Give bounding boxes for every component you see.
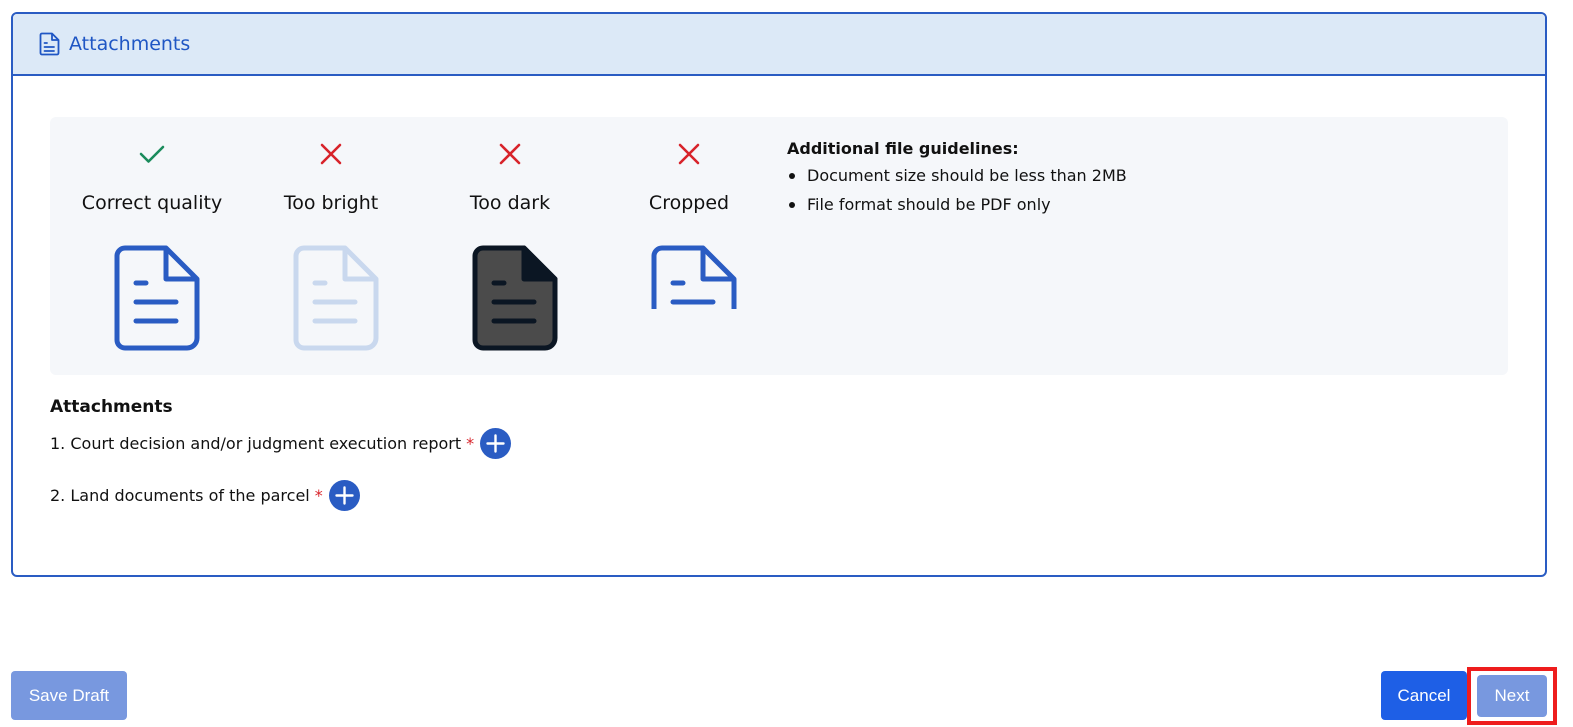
document-dark-icon bbox=[472, 245, 558, 351]
cancel-button[interactable]: Cancel bbox=[1381, 671, 1467, 720]
card-header: Attachments bbox=[13, 14, 1545, 76]
required-asterisk: * bbox=[314, 485, 323, 505]
x-icon bbox=[316, 139, 346, 169]
attachment-item: 1. Court decision and/or judgment execut… bbox=[50, 427, 512, 459]
next-button[interactable]: Next bbox=[1477, 675, 1547, 717]
attachment-item: 2. Land documents of the parcel * bbox=[50, 479, 511, 511]
guideline-item: File format should be PDF only bbox=[787, 195, 1127, 214]
document-icon bbox=[39, 32, 61, 56]
plus-icon bbox=[335, 485, 354, 505]
required-asterisk: * bbox=[466, 433, 475, 453]
x-icon bbox=[674, 139, 704, 169]
attachments-title: Attachments bbox=[50, 397, 173, 417]
quality-label: Too dark bbox=[469, 192, 551, 214]
document-bright-icon bbox=[293, 245, 379, 351]
attachments-card: Attachments Correct quality Too bright T… bbox=[11, 12, 1547, 577]
attachment-label: 2. Land documents of the parcel bbox=[50, 485, 310, 505]
document-correct-icon bbox=[114, 245, 200, 351]
additional-guidelines: Additional file guidelines: Document siz… bbox=[787, 139, 1127, 224]
quality-label: Too bright bbox=[283, 192, 379, 214]
add-attachment-button[interactable] bbox=[480, 427, 512, 459]
x-icon bbox=[495, 139, 525, 169]
guidelines-list: Document size should be less than 2MB Fi… bbox=[787, 166, 1127, 214]
plus-icon bbox=[486, 433, 505, 453]
file-quality-guide: Correct quality Too bright Too dark Crop… bbox=[50, 117, 1508, 375]
save-draft-button[interactable]: Save Draft bbox=[11, 671, 127, 720]
check-icon bbox=[137, 139, 167, 169]
attachment-label: 1. Court decision and/or judgment execut… bbox=[50, 433, 462, 453]
quality-label: Cropped bbox=[648, 192, 730, 214]
quality-label: Correct quality bbox=[81, 192, 223, 214]
page-title: Attachments bbox=[69, 33, 191, 55]
guideline-item: Document size should be less than 2MB bbox=[787, 166, 1127, 185]
add-attachment-button[interactable] bbox=[328, 479, 360, 511]
guidelines-title: Additional file guidelines: bbox=[787, 139, 1019, 158]
document-cropped-icon bbox=[651, 245, 737, 351]
attachments-list: Attachments 1. Court decision and/or jud… bbox=[50, 397, 512, 531]
